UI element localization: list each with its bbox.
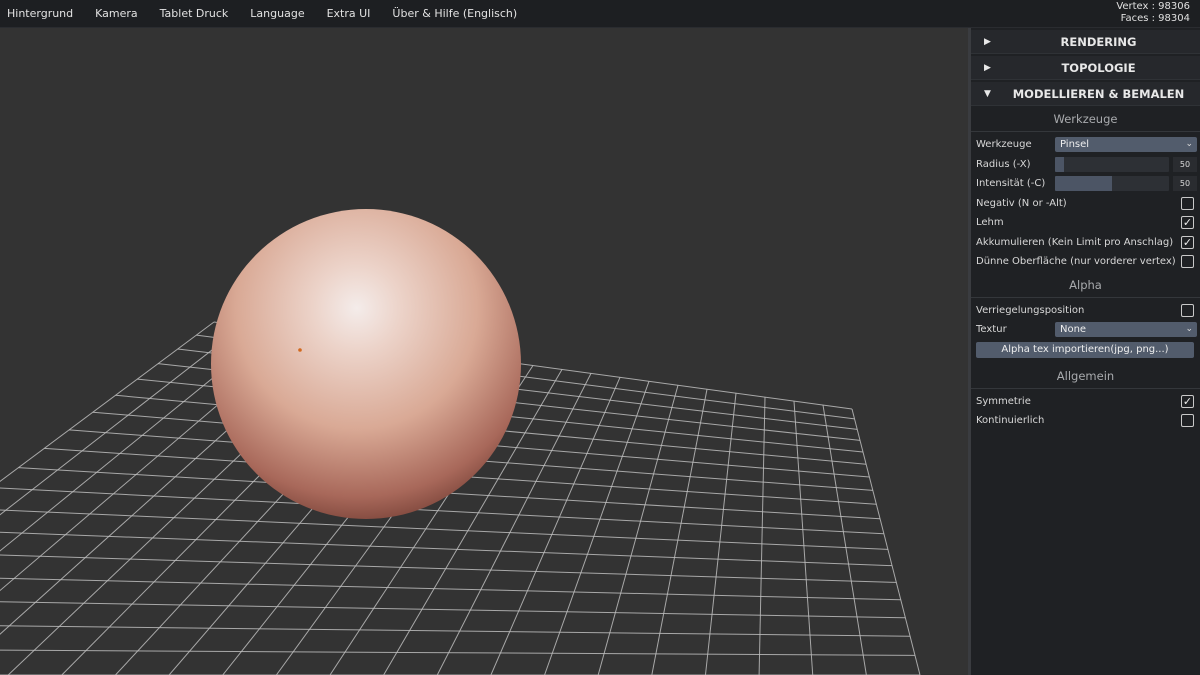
section-rendering[interactable]: ▶ RENDERING — [971, 30, 1200, 54]
negative-checkbox[interactable] — [1181, 196, 1194, 210]
group-title-tools: Werkzeuge — [971, 106, 1200, 132]
radius-value[interactable]: 50 — [1173, 156, 1197, 172]
thin-surface-label: Dünne Oberfläche (nur vorderer vertex) — [976, 256, 1176, 268]
brush-cursor-dot — [298, 348, 302, 352]
section-topology-label: TOPOLOGIE — [1061, 60, 1136, 75]
menu-language[interactable]: Language — [239, 0, 315, 28]
accumulate-checkbox[interactable]: ✓ — [1181, 235, 1194, 249]
accumulate-row: Akkumulieren (Kein Limit pro Anschlag) ✓ — [971, 233, 1200, 253]
section-sculpt-label: MODELLIEREN & BEMALEN — [1012, 86, 1185, 101]
continuous-checkbox[interactable] — [1181, 414, 1194, 428]
grid-line — [597, 385, 679, 675]
tool-select[interactable]: Pinsel ⌄ — [1055, 137, 1197, 153]
section-topology[interactable]: ▶ TOPOLOGIE — [971, 56, 1200, 80]
intensity-row: Intensität (-C) 50 — [971, 174, 1200, 194]
texture-select-value: None — [1060, 324, 1087, 336]
mesh-stats: Vertex : 98306 Faces : 98304 — [1116, 1, 1190, 25]
menu-bar: Hintergrund Kamera Tablet Druck Language… — [0, 0, 1200, 28]
grid-line — [0, 325, 244, 516]
texture-select[interactable]: None ⌄ — [1055, 322, 1197, 338]
grid-line — [0, 601, 906, 619]
lock-position-checkbox[interactable] — [1181, 303, 1194, 317]
collapsed-arrow-icon: ▶ — [984, 36, 991, 47]
grid-line — [851, 408, 921, 675]
vertex-count: Vertex : 98306 — [1116, 1, 1190, 12]
grid-line — [758, 397, 766, 675]
radius-row: Radius (-X) 50 — [971, 155, 1200, 175]
lock-position-row: Verriegelungsposition — [971, 301, 1200, 321]
intensity-slider[interactable] — [1055, 176, 1169, 192]
intensity-slider-fill — [1055, 176, 1112, 192]
clay-checkbox[interactable]: ✓ — [1181, 216, 1194, 230]
import-alpha-button[interactable]: Alpha tex importieren(jpg, png...) — [976, 341, 1194, 358]
symmetry-label: Symmetrie — [976, 395, 1031, 407]
grid-line — [0, 321, 215, 482]
tool-row: Werkzeuge Pinsel ⌄ — [971, 135, 1200, 155]
section-rendering-label: RENDERING — [1060, 34, 1137, 49]
tool-select-value: Pinsel — [1060, 139, 1090, 151]
grid-line — [0, 531, 893, 567]
symmetry-row: Symmetrie ✓ — [971, 392, 1200, 412]
collapsed-arrow-icon: ▶ — [984, 62, 991, 73]
grid-line — [822, 404, 867, 675]
radius-slider[interactable] — [1055, 156, 1169, 172]
menu-extra-ui[interactable]: Extra UI — [316, 0, 382, 28]
grid-line — [490, 377, 621, 675]
negative-row: Negativ (N or -Alt) — [971, 194, 1200, 214]
menu-help[interactable]: Über & Hilfe (Englisch) — [381, 0, 528, 28]
menu-tablet-druck[interactable]: Tablet Druck — [149, 0, 240, 28]
radius-slider-fill — [1055, 156, 1065, 172]
clay-label: Lehm — [976, 217, 1004, 229]
chevron-down-icon: ⌄ — [1185, 139, 1193, 150]
continuous-label: Kontinuierlich — [976, 415, 1045, 427]
scene-svg[interactable] — [0, 28, 968, 675]
section-sculpt[interactable]: ▼ MODELLIEREN & BEMALEN — [971, 82, 1200, 106]
viewport-canvas[interactable] — [0, 28, 968, 675]
sculpt-sphere[interactable] — [211, 209, 521, 519]
face-count: Faces : 98304 — [1120, 13, 1190, 24]
thin-surface-row: Dünne Oberfläche (nur vorderer vertex) — [971, 252, 1200, 272]
menu-kamera[interactable]: Kamera — [84, 0, 149, 28]
negative-label: Negativ (N or -Alt) — [976, 197, 1067, 209]
clay-row: Lehm ✓ — [971, 213, 1200, 233]
control-panel: ▶ RENDERING ▶ TOPOLOGIE ▼ MODELLIEREN & … — [968, 28, 1200, 675]
grid-line — [0, 625, 911, 637]
grid-line — [793, 401, 814, 675]
expanded-arrow-icon: ▼ — [984, 88, 991, 99]
thin-surface-checkbox[interactable] — [1181, 255, 1194, 269]
menu-hintergrund[interactable]: Hintergrund — [0, 0, 84, 28]
group-title-general: Allgemein — [971, 363, 1200, 389]
lock-position-label: Verriegelungsposition — [976, 304, 1085, 316]
symmetry-checkbox[interactable]: ✓ — [1181, 394, 1194, 408]
grid-line — [704, 393, 737, 675]
group-title-alpha: Alpha — [971, 272, 1200, 298]
accumulate-label: Akkumulieren (Kein Limit pro Anschlag) — [976, 236, 1174, 248]
chevron-down-icon: ⌄ — [1185, 324, 1193, 335]
texture-row: Textur None ⌄ — [971, 320, 1200, 340]
intensity-value[interactable]: 50 — [1173, 176, 1197, 192]
continuous-row: Kontinuierlich — [971, 411, 1200, 431]
